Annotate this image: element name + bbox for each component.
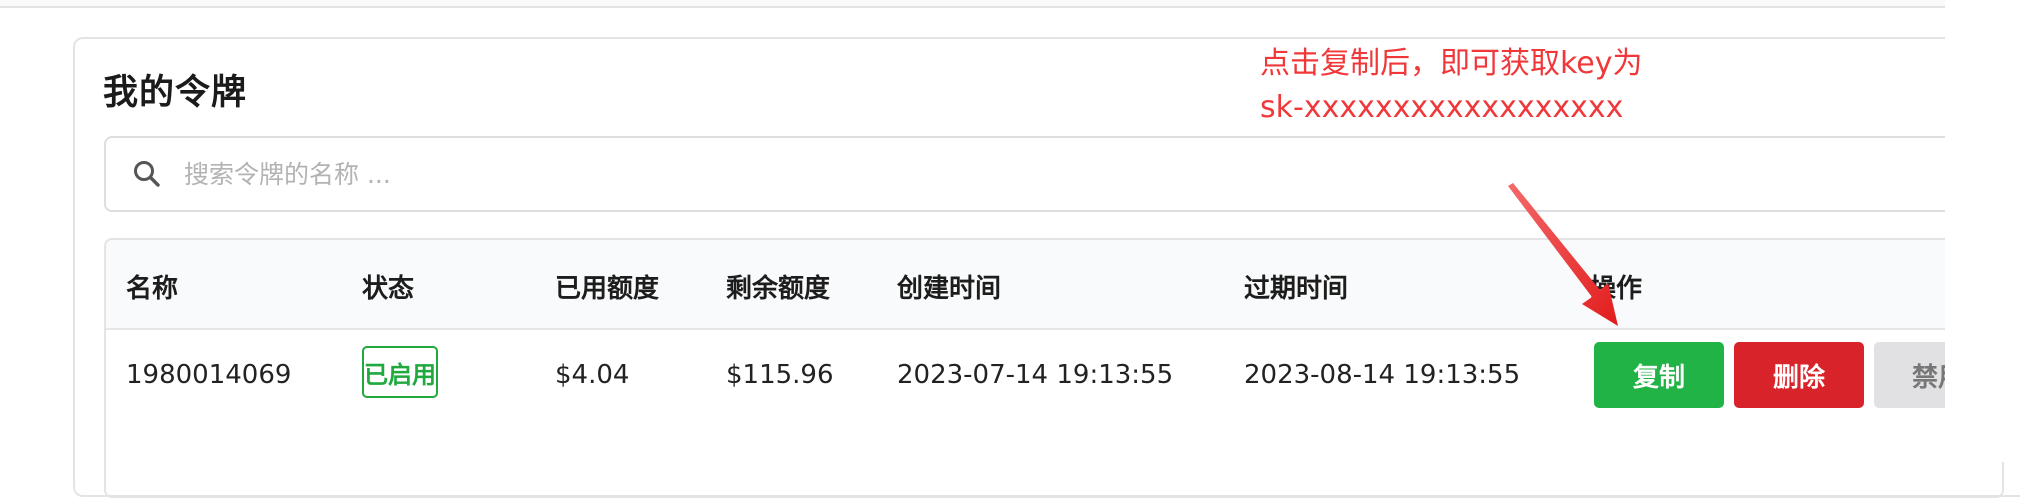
token-name: 1980014069: [126, 360, 292, 390]
col-header-created: 创建时间: [897, 274, 1002, 304]
page-title: 我的令牌: [103, 73, 248, 113]
search-bar[interactable]: [104, 136, 2004, 212]
used-quota: $4.04: [555, 360, 630, 390]
copy-button[interactable]: 复制: [1594, 342, 1724, 408]
annotation-line-2: sk-xxxxxxxxxxxxxxxxxx: [1260, 90, 1624, 125]
expire-time: 2023-08-14 19:13:55: [1244, 360, 1521, 390]
col-header-used: 已用额度: [555, 274, 660, 304]
col-header-name: 名称: [126, 274, 179, 304]
annotation-note: 点击复制后，即可获取key为 sk-xxxxxxxxxxxxxxxxxx: [1260, 42, 1643, 130]
col-header-actions: 操作: [1590, 274, 1643, 304]
table-row: 1980014069 已启用 $4.04 $115.96 2023-07-14 …: [106, 330, 2002, 430]
created-time: 2023-07-14 19:13:55: [897, 360, 1174, 390]
remaining-quota: $115.96: [726, 360, 834, 390]
right-cutoff: [1945, 0, 2020, 462]
top-divider: [0, 0, 1945, 8]
col-header-status: 状态: [362, 274, 415, 304]
annotation-line-1: 点击复制后，即可获取key为: [1260, 46, 1643, 81]
col-header-expires: 过期时间: [1244, 274, 1349, 304]
tokens-table: 名称 状态 已用额度 剩余额度 创建时间 过期时间 操作 1980014069 …: [104, 238, 2004, 498]
search-input[interactable]: [182, 158, 1686, 190]
delete-button[interactable]: 删除: [1734, 342, 1864, 408]
search-icon: [132, 159, 162, 189]
col-header-remaining: 剩余额度: [726, 274, 831, 304]
status-badge: 已启用: [362, 346, 438, 398]
table-header: 名称 状态 已用额度 剩余额度 创建时间 过期时间 操作: [106, 240, 2002, 330]
